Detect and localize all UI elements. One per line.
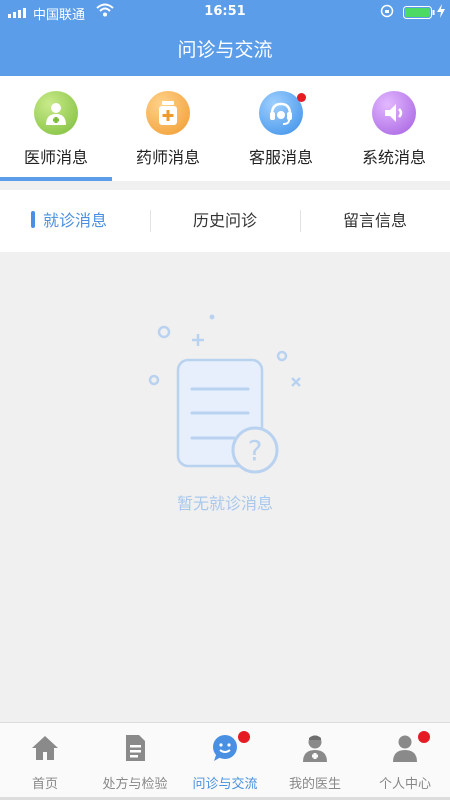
profile-badge-dot: [418, 731, 430, 743]
sub-tab-visit-messages-label: 就诊消息: [42, 211, 107, 230]
tab-service-messages[interactable]: 客服消息: [225, 76, 337, 181]
home-icon: [32, 736, 58, 760]
svg-text:?: ?: [248, 434, 263, 467]
charging-icon: [437, 4, 445, 18]
sub-tabs: 就诊消息 历史问诊 留言信息: [0, 190, 450, 252]
status-bar: 中国联通 16:51: [0, 0, 450, 25]
tab-my-doctor[interactable]: 我的医生: [270, 723, 360, 800]
message-type-tabs: 医师消息 药师消息 客服消息 系统消息: [0, 76, 450, 181]
tab-consultation[interactable]: 问诊与交流: [180, 723, 270, 800]
sub-tab-visit-messages[interactable]: 就诊消息: [0, 190, 150, 252]
empty-state-text: 暂无就诊消息: [176, 494, 273, 513]
tab-pharmacist-messages-label: 药师消息: [135, 148, 200, 167]
doctor-icon: [303, 735, 327, 762]
sub-tab-divider: [150, 210, 151, 232]
tab-prescription[interactable]: 处方与检验: [90, 723, 180, 800]
bottom-tab-bar: 首页 处方与检验 问诊与交流 我的医生 个人中心: [0, 722, 450, 800]
tab-profile[interactable]: 个人中心: [360, 723, 450, 800]
tab-home-label: 首页: [31, 777, 58, 792]
tab-consultation-label: 问诊与交流: [192, 777, 258, 792]
sub-tab-messages-left-label: 留言信息: [342, 211, 407, 230]
tab-my-doctor-label: 我的医生: [288, 777, 341, 792]
sub-tab-messages-left[interactable]: 留言信息: [300, 190, 450, 252]
page-title: 问诊与交流: [177, 39, 273, 61]
nav-bar: 问诊与交流: [0, 25, 450, 76]
empty-document-question-icon: ?: [148, 314, 301, 474]
active-tab-underline: [0, 177, 112, 181]
document-icon: [126, 735, 145, 761]
medicine-bottle-icon: [146, 91, 190, 135]
sub-tab-history-label: 历史问诊: [192, 211, 257, 230]
person-icon: [393, 735, 417, 762]
tab-service-messages-label: 客服消息: [248, 148, 313, 167]
sub-tab-divider: [300, 210, 301, 232]
tab-system-messages[interactable]: 系统消息: [338, 76, 450, 181]
battery-icon: [403, 6, 435, 19]
speaker-icon: [372, 91, 416, 135]
tab-doctor-messages-label: 医师消息: [23, 148, 88, 167]
tab-prescription-label: 处方与检验: [102, 777, 168, 792]
doctor-icon: [34, 91, 78, 135]
tab-home[interactable]: 首页: [0, 723, 90, 800]
consultation-badge-dot: [238, 731, 250, 743]
tab-doctor-messages[interactable]: 医师消息: [0, 76, 112, 181]
rotation-lock-icon: [380, 4, 394, 18]
service-badge-dot: [297, 93, 306, 102]
active-marker: [31, 211, 35, 228]
tab-profile-label: 个人中心: [378, 777, 431, 792]
sub-tab-history[interactable]: 历史问诊: [150, 190, 300, 252]
tab-system-messages-label: 系统消息: [361, 148, 426, 167]
tab-pharmacist-messages[interactable]: 药师消息: [112, 76, 224, 181]
chat-bubble-icon: [213, 735, 237, 761]
